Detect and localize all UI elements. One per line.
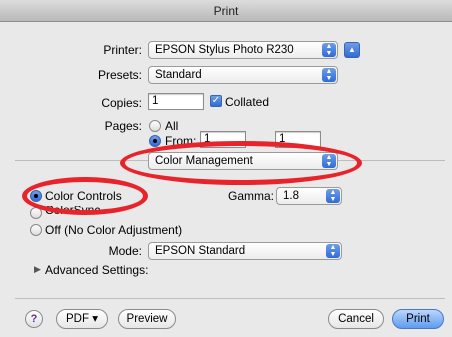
printer-value: EPSON Stylus Photo R230 [155,44,294,56]
copies-label: Copies: [101,96,142,110]
printer-popup[interactable]: EPSON Stylus Photo R230 ▲ ▼ [148,41,338,59]
pages-from-field[interactable]: 1 [200,131,246,148]
disclosure-triangle-icon[interactable]: ▶ [34,264,41,275]
mode-value: EPSON Standard [155,245,246,257]
panel-value: Color Management [155,155,253,167]
off-no-color-adjustment-radio[interactable] [30,224,42,236]
pages-to-field[interactable]: 1 [275,131,321,148]
footer-separator [15,298,445,299]
cancel-button[interactable]: Cancel [328,309,384,329]
popup-arrows-icon: ▲ ▼ [322,154,336,168]
help-button[interactable]: ? [25,310,43,328]
presets-label: Presets: [97,68,142,82]
checkmark-icon: ✓ [211,95,221,106]
mode-label: Mode: [108,244,142,258]
printer-label: Printer: [103,43,142,57]
gamma-label: Gamma: [228,189,275,203]
popup-arrows-icon: ▲ ▼ [326,189,340,203]
presets-popup[interactable]: Standard ▲ ▼ [148,66,338,84]
mode-popup[interactable]: EPSON Standard ▲ ▼ [148,242,342,260]
popup-arrows-icon: ▲ ▼ [322,68,336,82]
print-button[interactable]: Print [392,309,444,329]
color-controls-label: Color Controls [45,189,122,203]
colorsync-radio[interactable] [30,207,42,219]
pages-all-label: All [165,119,179,133]
preview-button[interactable]: Preview [118,309,176,329]
collated-label: Collated [225,95,270,109]
popup-arrows-icon: ▲ ▼ [322,43,336,57]
popup-arrows-icon: ▲ ▼ [326,244,340,258]
copies-field[interactable]: 1 [148,93,204,110]
gamma-value: 1.8 [283,190,299,202]
gamma-popup[interactable]: 1.8 ▲ ▼ [276,187,342,205]
color-controls-radio[interactable] [30,190,42,202]
colorsync-label: ColorSync [45,206,101,214]
pages-all-radio[interactable] [149,120,161,132]
advanced-settings-label: Advanced Settings: [45,263,149,277]
off-no-color-adjustment-label: Off (No Color Adjustment) [45,223,183,237]
window-title: Print [0,0,452,22]
triangle-up-icon: ▲ [348,45,356,54]
pages-from-label: From: [165,134,197,148]
pdf-button[interactable]: PDF ▾ [56,309,108,329]
pages-from-radio[interactable] [149,135,161,147]
collated-checkbox[interactable]: ✓ [210,95,222,107]
panel-popup[interactable]: Color Management ▲ ▼ [148,152,338,170]
pages-label: Pages: [104,119,142,133]
presets-value: Standard [155,69,202,81]
disclosure-button[interactable]: ▲ [344,42,360,58]
